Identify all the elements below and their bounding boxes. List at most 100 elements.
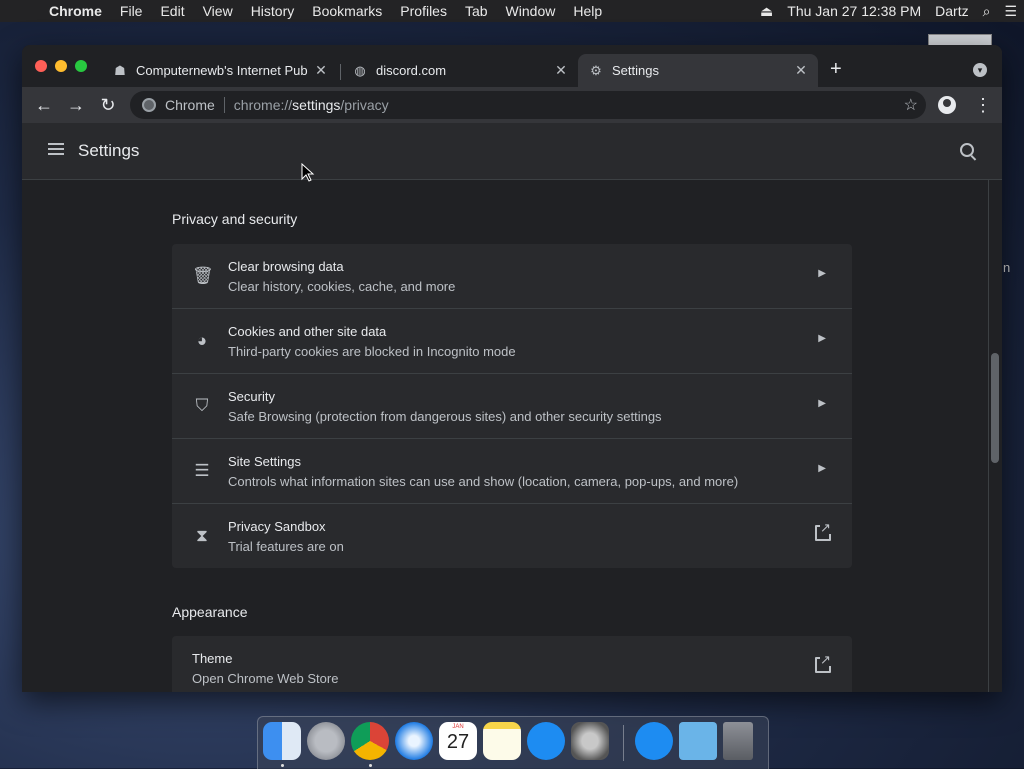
appearance-card: Theme Open Chrome Web Store <box>172 636 852 692</box>
chrome-site-icon <box>142 98 156 112</box>
privacy-card: 🗑 Clear browsing data Clear history, coo… <box>172 244 852 568</box>
eject-icon[interactable]: ⏏ <box>753 3 780 20</box>
downloads-folder-icon[interactable] <box>679 722 717 760</box>
settings-header: Settings <box>22 123 1002 180</box>
external-link-icon <box>815 521 831 541</box>
scrollbar-thumb[interactable] <box>991 353 999 463</box>
menu-user[interactable]: Dartz <box>928 3 975 19</box>
page-title: Settings <box>78 141 140 160</box>
tab-title: Computernewb's Internet Pub <box>136 63 308 78</box>
flask-icon: ⧗ <box>196 526 208 545</box>
menu-help[interactable]: Help <box>564 0 611 22</box>
sliders-icon: ☰ <box>194 461 210 480</box>
trash-icon: 🗑 <box>192 266 214 285</box>
row-subtitle: Trial features are on <box>228 539 344 554</box>
row-cookies[interactable]: ◕ Cookies and other site data Third-part… <box>172 309 852 374</box>
reload-icon[interactable]: ↻ <box>97 94 119 116</box>
bookmark-star-icon[interactable]: ☆ <box>904 95 918 115</box>
chevron-right-icon: ▶ <box>818 463 826 474</box>
settings-content: Privacy and security 🗑 Clear browsing da… <box>22 180 1002 692</box>
chrome-icon[interactable] <box>351 722 389 760</box>
chrome-menu-icon[interactable]: ⋮ <box>974 94 992 116</box>
close-window-button[interactable] <box>35 60 47 72</box>
spotlight-icon[interactable]: ⌕ <box>976 3 998 20</box>
dock-separator <box>623 725 624 761</box>
zoom-window-button[interactable] <box>75 60 87 72</box>
omnibox-chip: Chrome <box>165 97 215 113</box>
new-tab-button[interactable]: + <box>830 59 842 79</box>
close-tab-icon[interactable]: ✕ <box>312 62 330 79</box>
menu-profiles[interactable]: Profiles <box>391 0 456 22</box>
chevron-right-icon: ▶ <box>818 398 826 409</box>
pub-icon: ☗ <box>114 62 126 78</box>
trash-icon[interactable] <box>723 722 753 760</box>
row-clear-browsing-data[interactable]: 🗑 Clear browsing data Clear history, coo… <box>172 244 852 309</box>
omnibox[interactable]: Chrome chrome://settings/privacy ☆ <box>130 91 926 119</box>
menu-clock[interactable]: Thu Jan 27 12:38 PM <box>780 3 928 19</box>
dock: JAN 27 <box>257 716 769 769</box>
tab-discord[interactable]: ◍ discord.com ✕ <box>342 54 578 87</box>
external-link-icon <box>815 653 831 673</box>
menu-app-name[interactable]: Chrome <box>40 0 111 22</box>
back-icon[interactable]: ← <box>33 94 55 116</box>
desktop-text-fragment: n <box>1003 260 1011 275</box>
row-title: Cookies and other site data <box>228 324 387 339</box>
finder-icon[interactable] <box>263 722 301 760</box>
menu-bar: Chrome File Edit View History Bookmarks … <box>0 0 1024 22</box>
row-title: Site Settings <box>228 454 301 469</box>
search-icon[interactable] <box>960 143 974 157</box>
row-privacy-sandbox[interactable]: ⧗ Privacy Sandbox Trial features are on <box>172 504 852 568</box>
close-tab-icon[interactable]: ✕ <box>792 62 810 79</box>
browser-toolbar: ← → ↻ Chrome chrome://settings/privacy ☆… <box>22 87 1002 123</box>
minimize-window-button[interactable] <box>55 60 67 72</box>
calendar-icon[interactable]: JAN 27 <box>439 722 477 760</box>
row-subtitle: Third-party cookies are blocked in Incog… <box>228 344 516 359</box>
chevron-right-icon: ▶ <box>818 333 826 344</box>
tab-settings[interactable]: ⚙ Settings ✕ <box>578 54 818 87</box>
safari-icon[interactable] <box>395 722 433 760</box>
privacy-section-title: Privacy and security <box>172 211 298 227</box>
chevron-right-icon: ▶ <box>818 268 826 279</box>
url-host: settings <box>292 97 341 113</box>
app-store-downloads-icon[interactable] <box>635 722 673 760</box>
row-title: Privacy Sandbox <box>228 519 326 534</box>
menu-bookmarks[interactable]: Bookmarks <box>303 0 391 22</box>
tab-strip: ☗ Computernewb's Internet Pub ✕ ◍ discor… <box>22 45 1002 87</box>
tab-title: Settings <box>612 63 659 78</box>
menu-edit[interactable]: Edit <box>151 0 193 22</box>
system-preferences-icon[interactable] <box>571 722 609 760</box>
row-theme[interactable]: Theme Open Chrome Web Store <box>172 636 852 692</box>
row-title: Security <box>228 389 275 404</box>
row-site-settings[interactable]: ☰ Site Settings Controls what informatio… <box>172 439 852 504</box>
menu-file[interactable]: File <box>111 0 152 22</box>
calendar-day: 27 <box>446 731 470 753</box>
menu-history[interactable]: History <box>242 0 304 22</box>
globe-icon: ◍ <box>354 62 366 78</box>
menu-view[interactable]: View <box>194 0 242 22</box>
shield-icon: ⛉ <box>195 396 209 415</box>
profile-avatar-icon[interactable] <box>938 96 956 114</box>
forward-icon[interactable]: → <box>65 94 87 116</box>
url-scheme: chrome:// <box>233 97 293 113</box>
launchpad-icon[interactable] <box>307 722 345 760</box>
row-subtitle: Safe Browsing (protection from dangerous… <box>228 409 662 424</box>
tab-search-icon[interactable]: ▾ <box>973 63 987 77</box>
notes-icon[interactable] <box>483 722 521 760</box>
hamburger-menu-icon[interactable] <box>48 143 64 155</box>
menu-window[interactable]: Window <box>497 0 565 22</box>
url-path: /privacy <box>340 97 389 113</box>
row-subtitle: Open Chrome Web Store <box>192 671 339 686</box>
omnibox-divider <box>223 97 225 113</box>
tab-title: discord.com <box>376 63 447 78</box>
cookie-icon: ◕ <box>196 331 208 350</box>
close-tab-icon[interactable]: ✕ <box>552 62 570 79</box>
running-indicator <box>369 764 372 767</box>
row-subtitle: Controls what information sites can use … <box>228 474 739 489</box>
notification-center-icon[interactable]: ☰ <box>997 3 1024 20</box>
running-indicator <box>281 764 284 767</box>
app-store-icon[interactable] <box>527 722 565 760</box>
tab-separator <box>340 64 341 80</box>
menu-tab[interactable]: Tab <box>456 0 497 22</box>
row-security[interactable]: ⛉ Security Safe Browsing (protection fro… <box>172 374 852 439</box>
tab-computernewb[interactable]: ☗ Computernewb's Internet Pub ✕ <box>102 54 338 87</box>
